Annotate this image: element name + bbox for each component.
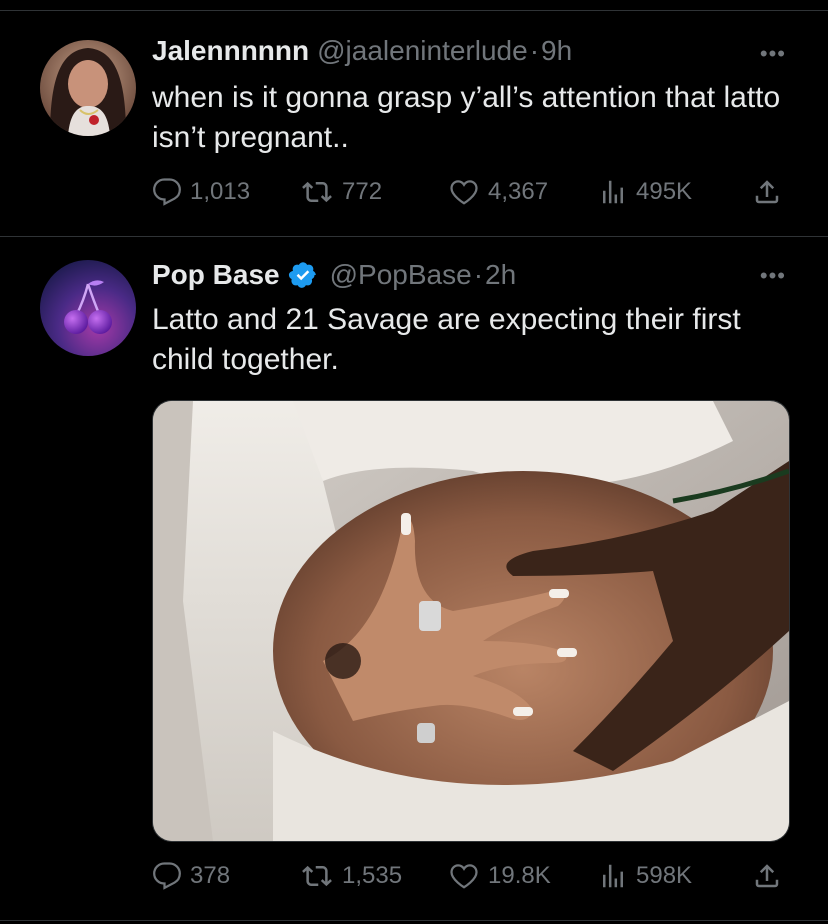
like-button[interactable]: 4,367 — [448, 172, 548, 212]
verified-badge-icon[interactable] — [288, 260, 318, 290]
retweet-count: 1,535 — [342, 862, 403, 889]
avatar-popbase[interactable] — [40, 260, 136, 356]
heart-icon — [450, 864, 478, 889]
views-button[interactable]: 495K — [598, 172, 692, 212]
reply-button[interactable]: 378 — [152, 856, 230, 896]
retweet-button[interactable]: 1,535 — [300, 856, 402, 896]
tweet-header: Jalennnnnn @jaaleninterlude · 9h — [152, 34, 572, 68]
reply-button[interactable]: 1,013 — [152, 172, 250, 212]
like-count: 19.8K — [488, 862, 551, 889]
like-count: 4,367 — [488, 178, 549, 205]
views-icon — [603, 180, 623, 204]
avatar-jalen-image — [40, 40, 136, 136]
retweet-icon — [302, 865, 332, 887]
photo-image — [153, 401, 789, 841]
user-handle[interactable]: @jaaleninterlude — [317, 34, 528, 68]
share-button[interactable] — [752, 172, 782, 212]
retweet-button[interactable]: 772 — [300, 172, 382, 212]
like-button[interactable]: 19.8K — [448, 856, 551, 896]
timestamp[interactable]: 9h — [541, 34, 572, 68]
tweet-text: Latto and 21 Savage are expecting their … — [152, 303, 741, 376]
reply-icon — [153, 862, 181, 890]
display-name[interactable]: Pop Base — [152, 258, 280, 292]
avatar-jalen[interactable] — [40, 40, 136, 136]
timestamp[interactable]: 2h — [485, 258, 516, 292]
retweet-icon — [302, 181, 332, 203]
tweet-actions: 378 1,535 19.8K 598K — [152, 856, 788, 896]
more-options-icon[interactable]: ••• — [760, 43, 786, 65]
tweet-actions: 1,013 772 4,367 495K — [152, 172, 788, 212]
retweet-count: 772 — [342, 178, 383, 205]
reply-icon — [153, 178, 181, 206]
tweet-header: Pop Base @PopBase · 2h — [152, 258, 516, 292]
more-options-icon[interactable]: ••• — [760, 265, 786, 287]
separator-dot: · — [529, 35, 540, 66]
display-name[interactable]: Jalennnnnn — [152, 34, 309, 68]
reply-count: 1,013 — [190, 178, 251, 205]
user-handle[interactable]: @PopBase — [330, 258, 472, 292]
tweet-text: when is it gonna grasp y’all’s attention… — [152, 81, 781, 154]
share-icon — [755, 180, 779, 204]
views-count: 598K — [636, 862, 693, 889]
cherry-logo-icon — [40, 260, 136, 356]
views-count: 495K — [636, 178, 693, 205]
views-button[interactable]: 598K — [598, 856, 692, 896]
heart-icon — [450, 180, 478, 205]
tweet-popbase[interactable]: Pop Base @PopBase · 2h ••• Latto and 21 … — [0, 236, 828, 924]
share-icon — [755, 864, 779, 888]
tweet-jalen[interactable]: Jalennnnnn @jaaleninterlude · 9h ••• whe… — [0, 0, 828, 236]
tweet-media-photo[interactable] — [152, 400, 790, 842]
reply-count: 378 — [190, 862, 231, 889]
bottom-divider — [0, 920, 828, 921]
share-button[interactable] — [752, 856, 782, 896]
separator-dot: · — [473, 259, 484, 290]
views-icon — [603, 864, 623, 888]
